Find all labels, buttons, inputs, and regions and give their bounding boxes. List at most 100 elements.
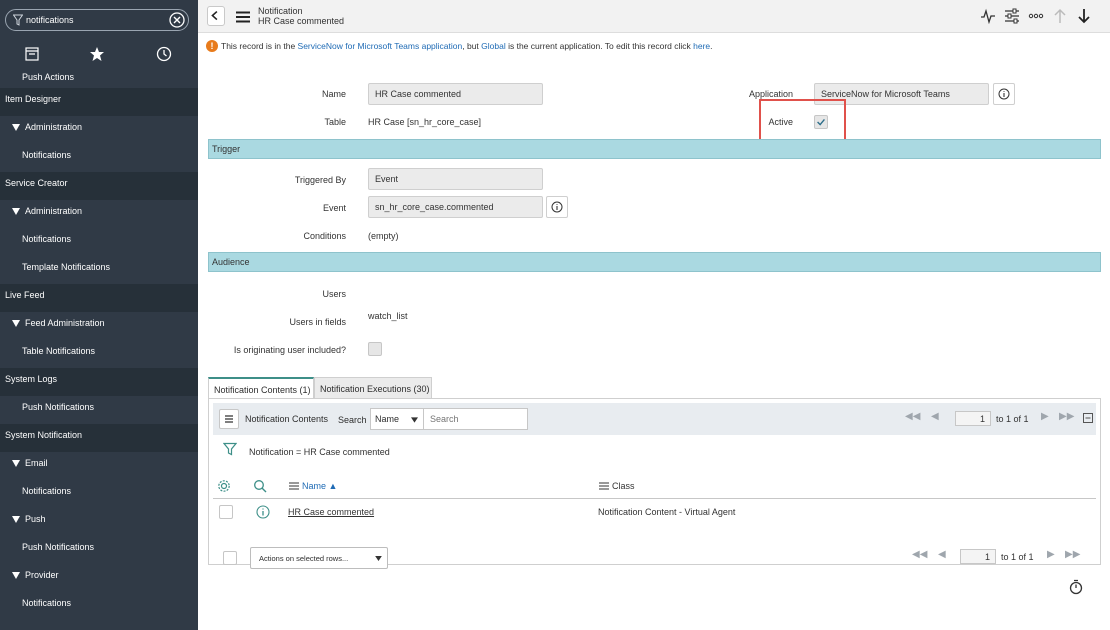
nav-section[interactable]: Provider [0,564,198,592]
triggered-by-label: Triggered By [294,175,346,185]
nav-module[interactable]: Table Notifications [0,340,198,368]
nav-module[interactable]: Notifications [0,228,198,256]
nav-application-header[interactable]: Item Designer [0,88,198,116]
collapse-list-icon[interactable] [1083,413,1093,423]
nav-application-header[interactable]: Service Creator [0,172,198,200]
nav-module[interactable]: Template Notifications [0,256,198,284]
application-link[interactable]: ServiceNow for Microsoft Teams applicati… [298,41,463,51]
tab-notification-executions[interactable]: Notification Executions (30) [314,377,432,399]
nav-item-label: Administration [25,206,83,216]
nav-application-header[interactable]: System Notification [0,424,198,452]
all-applications-icon[interactable] [24,46,40,62]
triggered-by-field[interactable]: Event [368,168,543,190]
filter-breadcrumb[interactable]: Notification = HR Case commented [249,447,390,457]
class-column-header[interactable]: Class [612,481,635,491]
table-label: Table [324,117,346,127]
gear-icon[interactable] [217,479,231,493]
list-search-input[interactable] [423,408,528,430]
form-header: Notification HR Case commented [198,0,1110,33]
info-icon [998,88,1010,100]
hamburger-icon [225,415,233,423]
nav-item-label: Feed Administration [25,318,105,328]
bottom-pagination: ◀◀ ◀ 1 to 1 of 1 ▶ ▶▶ [912,549,1097,565]
nav-item-label: System Notification [5,430,83,440]
event-info-button[interactable] [546,196,568,218]
originating-user-checkbox[interactable] [368,342,382,356]
favorites-star-icon[interactable] [89,46,105,62]
last-page-icon[interactable]: ▶▶ [1059,411,1074,422]
nav-module[interactable]: Notifications [0,144,198,172]
application-info-button[interactable] [993,83,1015,105]
previous-page-icon[interactable]: ◀ [931,411,939,422]
page-count-text: to 1 of 1 [996,414,1029,424]
list-menu-button[interactable] [219,409,239,429]
nav-item-label: Push Notifications [22,402,95,412]
nav-application-header[interactable]: System Logs [0,368,198,396]
nav-section[interactable]: Administration [0,200,198,228]
tab-notification-contents[interactable]: Notification Contents (1) [208,377,314,399]
activity-pulse-icon[interactable] [980,8,996,24]
dropdown-arrow-icon [375,556,382,561]
users-label: Users [322,289,346,299]
context-menu-icon[interactable] [236,11,250,23]
last-page-icon[interactable]: ▶▶ [1065,549,1080,560]
global-link[interactable]: Global [481,41,506,51]
nav-module[interactable]: Push Actions [0,66,198,88]
next-page-icon[interactable]: ▶ [1041,411,1049,422]
page-count-text: to 1 of 1 [1001,552,1034,562]
name-column-header[interactable]: Name ▲ [302,481,337,491]
banner-text-mid: , but [462,41,482,51]
nav-application-header[interactable]: Live Feed [0,284,198,312]
nav-item-label: Push [25,514,46,524]
search-icon[interactable] [253,479,267,493]
clear-filter-icon[interactable] [169,12,185,28]
navigator-tabs [0,44,198,64]
nav-section[interactable]: Administration [0,116,198,144]
select-all-checkbox[interactable] [223,551,237,565]
column-menu-icon[interactable] [289,482,299,490]
expand-triangle-icon [12,460,20,467]
list-toolbar: Notification Contents Search Name ◀◀ ◀ 1… [213,403,1096,435]
first-page-icon[interactable]: ◀◀ [905,411,920,422]
here-link[interactable]: here [693,41,710,51]
next-page-icon[interactable]: ▶ [1047,549,1055,560]
nav-module[interactable]: Push Notifications [0,396,198,424]
list-filter-icon[interactable] [223,442,237,456]
history-clock-icon[interactable] [156,46,172,62]
filter-icon [13,14,23,26]
nav-section[interactable]: Feed Administration [0,312,198,340]
table-value: HR Case [sn_hr_core_case] [368,117,482,127]
form-type-title: Notification [258,6,303,16]
actions-select-value: Actions on selected rows... [259,554,349,563]
row-select-checkbox[interactable] [219,505,233,519]
previous-page-icon[interactable]: ◀ [938,549,946,560]
list-actions-select[interactable]: Actions on selected rows... [250,547,388,569]
first-page-icon[interactable]: ◀◀ [912,549,927,560]
event-field[interactable]: sn_hr_core_case.commented [368,196,543,218]
nav-section[interactable]: Email [0,452,198,480]
nav-item-label: Notifications [22,486,72,496]
page-number-input[interactable]: 1 [955,411,991,426]
expand-triangle-icon [12,320,20,327]
personalize-sliders-icon[interactable] [1004,8,1020,24]
previous-record-arrow-icon[interactable] [1052,8,1068,24]
next-record-arrow-icon[interactable] [1076,8,1092,24]
trigger-section-header: Trigger [208,139,1101,159]
more-options-icon[interactable] [1028,8,1044,24]
preview-info-icon[interactable] [256,505,270,519]
nav-module[interactable]: Push Notifications [0,536,198,564]
originating-user-label: Is originating user included? [233,345,346,355]
navigator-filter[interactable] [5,9,189,31]
search-field-select[interactable]: Name [370,408,424,430]
nav-module[interactable]: Notifications [0,592,198,620]
back-button[interactable] [207,6,225,26]
navigator-filter-input[interactable] [26,13,166,27]
nav-item-label: Email [25,458,48,468]
nav-module[interactable]: Notifications [0,480,198,508]
row-name-link[interactable]: HR Case commented [288,507,374,517]
response-time-icon[interactable] [1069,579,1083,595]
name-field[interactable]: HR Case commented [368,83,543,105]
column-menu-icon[interactable] [599,482,609,490]
page-number-input[interactable]: 1 [960,549,996,564]
nav-section[interactable]: Push [0,508,198,536]
